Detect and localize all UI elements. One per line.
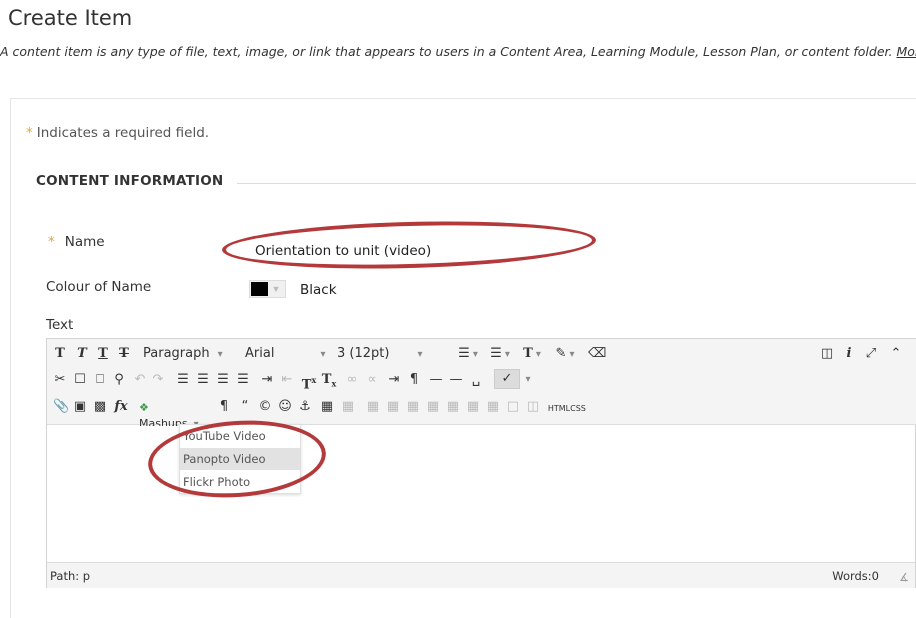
required-note-text: Indicates a required field. bbox=[36, 125, 210, 141]
pilcrow-icon[interactable]: ¶ bbox=[217, 399, 231, 415]
undo-icon[interactable]: ↶ bbox=[133, 372, 147, 388]
mashups-icon: ❖ bbox=[139, 401, 149, 414]
chevron-down-icon[interactable]: ▾ bbox=[523, 372, 533, 388]
collapse-icon[interactable]: ⌃ bbox=[888, 346, 904, 362]
unlink-icon[interactable]: ∝ bbox=[365, 372, 379, 388]
underline-button[interactable]: T bbox=[96, 346, 110, 362]
table-insert-col-icon[interactable]: ▦ bbox=[425, 399, 441, 415]
section-divider bbox=[237, 183, 916, 184]
italic-button[interactable]: T bbox=[75, 346, 89, 362]
image-icon[interactable]: ▣ bbox=[73, 399, 87, 415]
table-border-icon[interactable]: □ bbox=[505, 399, 521, 415]
media-icon[interactable]: ▩ bbox=[93, 399, 107, 415]
copy-icon[interactable]: ☐ bbox=[73, 372, 87, 388]
table-delete-row-icon[interactable]: ▦ bbox=[405, 399, 421, 415]
ltr-icon[interactable]: ⇥ bbox=[387, 372, 401, 388]
chevron-down-icon: ▾ bbox=[320, 349, 326, 360]
page-title: Create Item bbox=[8, 6, 133, 30]
spellcheck-icon[interactable]: ✓ bbox=[494, 369, 520, 389]
preview-icon[interactable]: ◫ bbox=[819, 346, 835, 362]
chevron-down-icon: ▾ bbox=[417, 349, 423, 360]
align-left-icon[interactable]: ☰ bbox=[175, 372, 191, 388]
css-button[interactable]: CSS bbox=[569, 401, 587, 417]
blockquote-icon[interactable]: “ bbox=[238, 399, 252, 415]
cut-icon[interactable]: ✂ bbox=[53, 372, 67, 388]
section-title: CONTENT INFORMATION bbox=[36, 173, 224, 189]
fullscreen-icon[interactable]: ⤢ bbox=[863, 346, 879, 362]
colour-swatch-black bbox=[251, 282, 268, 296]
align-justify-icon[interactable]: ☰ bbox=[235, 372, 251, 388]
resize-grip-icon[interactable]: ∡ bbox=[899, 571, 909, 584]
html-button[interactable]: HTML bbox=[547, 401, 571, 417]
page-description: A content item is any type of file, text… bbox=[0, 44, 916, 59]
table-delete-col-icon[interactable]: ▦ bbox=[445, 399, 461, 415]
find-icon[interactable]: ⚲ bbox=[112, 372, 126, 388]
eraser-icon[interactable]: ⌫ bbox=[588, 346, 606, 362]
text-colour-button[interactable]: T ▾ bbox=[521, 346, 543, 363]
text-colour-label: T bbox=[523, 346, 533, 361]
link-icon[interactable]: ∞ bbox=[345, 372, 359, 388]
superscript-icon[interactable]: Tx bbox=[301, 372, 317, 393]
text-label: Text bbox=[46, 317, 74, 333]
font-size-label: 3 (12pt) bbox=[337, 346, 390, 361]
align-right-icon[interactable]: ☰ bbox=[215, 372, 231, 388]
table-icon[interactable]: ▦ bbox=[319, 399, 335, 415]
status-path: Path: p bbox=[50, 569, 91, 583]
chevron-down-icon: ▼ bbox=[271, 284, 281, 294]
nonbreaking-space-icon[interactable]: ␣ bbox=[468, 372, 484, 388]
info-icon[interactable]: i bbox=[843, 346, 855, 362]
table-insert-row-icon[interactable]: ▦ bbox=[385, 399, 401, 415]
name-label: * Name bbox=[48, 234, 105, 250]
copyright-icon[interactable]: © bbox=[258, 399, 272, 415]
paragraph-format-label: Paragraph bbox=[143, 346, 210, 361]
editor-toolbar: T T T T Paragraph ▾ Arial ▾ 3 (12pt) ▾ ☰ ▾ ☰… bbox=[47, 339, 916, 430]
bold-button[interactable]: T bbox=[53, 346, 67, 362]
paste-icon[interactable]: ⎕ bbox=[93, 372, 107, 388]
colour-label: Colour of Name bbox=[46, 279, 152, 295]
equation-icon[interactable]: fx bbox=[113, 399, 129, 415]
required-star: * bbox=[48, 234, 55, 250]
strikethrough-button[interactable]: T bbox=[117, 346, 131, 362]
attach-icon[interactable]: 📎 bbox=[53, 399, 69, 415]
font-size-dropdown[interactable]: 3 (12pt) ▾ bbox=[337, 346, 455, 363]
editor-statusbar: Path: p Words:0 ∡ bbox=[47, 562, 915, 588]
table-row-icon[interactable]: ▦ bbox=[340, 399, 356, 415]
paragraph-format-dropdown[interactable]: Paragraph ▾ bbox=[143, 346, 239, 363]
redo-icon[interactable]: ↷ bbox=[151, 372, 165, 388]
chevron-down-icon: ▾ bbox=[217, 349, 223, 360]
outdent-icon[interactable]: ⇤ bbox=[279, 372, 295, 388]
horizontal-line-icon[interactable]: — bbox=[448, 372, 464, 388]
required-star: * bbox=[26, 125, 33, 141]
subscript-icon[interactable]: Tx bbox=[321, 372, 337, 392]
horizontal-rule-icon[interactable]: — bbox=[428, 372, 444, 388]
indent-icon[interactable]: ⇥ bbox=[259, 372, 275, 388]
description-text: A content item is any type of file, text… bbox=[0, 44, 893, 59]
font-family-label: Arial bbox=[245, 346, 275, 361]
numbered-list-icon[interactable]: ☰ ▾ bbox=[488, 346, 512, 363]
word-count: Words:0 bbox=[832, 569, 879, 583]
highlight-icon[interactable]: ✎ ▾ bbox=[554, 346, 576, 363]
required-note: * Indicates a required field. bbox=[26, 125, 209, 141]
anchor-icon[interactable]: ⚓ bbox=[298, 399, 312, 415]
table-split-icon[interactable]: ▦ bbox=[465, 399, 481, 415]
rtl-icon[interactable]: ¶ bbox=[407, 372, 421, 388]
emoticon-icon[interactable]: ☺ bbox=[278, 399, 292, 415]
align-center-icon[interactable]: ☰ bbox=[195, 372, 211, 388]
bullet-list-icon[interactable]: ☰ ▾ bbox=[456, 346, 480, 363]
name-label-text: Name bbox=[64, 234, 105, 250]
more-help-link[interactable]: More Help bbox=[896, 44, 916, 59]
table-cell-icon[interactable]: ▦ bbox=[365, 399, 381, 415]
colour-picker[interactable]: ▼ bbox=[249, 280, 286, 298]
colour-value: Black bbox=[300, 282, 337, 298]
table-columns-icon[interactable]: ◫ bbox=[525, 399, 541, 415]
table-merge-icon[interactable]: ▦ bbox=[485, 399, 501, 415]
